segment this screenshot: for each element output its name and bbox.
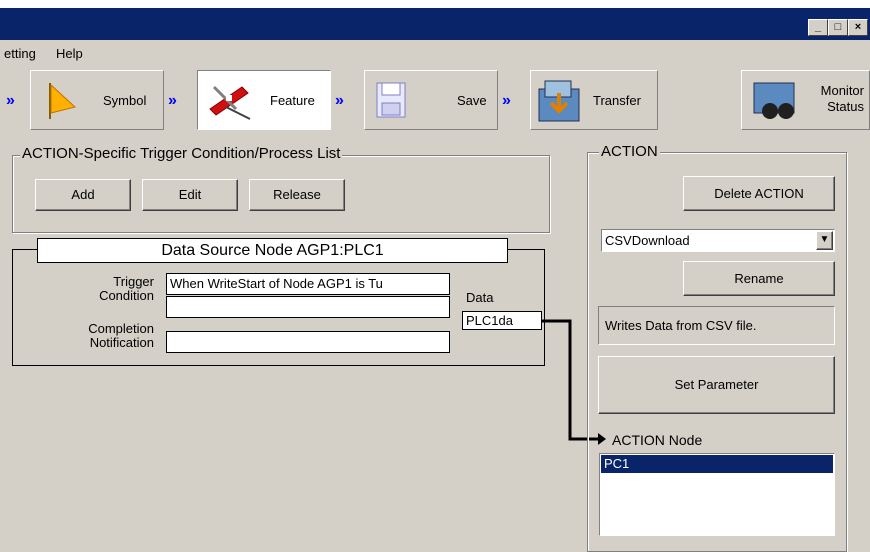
feature-button[interactable]: Feature bbox=[197, 70, 331, 130]
action-node-label: ACTION Node bbox=[612, 432, 703, 448]
data-label: Data bbox=[466, 290, 494, 305]
binoculars-icon bbox=[753, 82, 795, 119]
close-button[interactable]: × bbox=[848, 19, 868, 36]
trigger-label-line1: Trigger bbox=[113, 274, 154, 289]
action-select[interactable]: CSVDownload ▼ bbox=[601, 229, 835, 252]
list-item[interactable]: PC1 bbox=[601, 455, 833, 473]
edit-button[interactable]: Edit bbox=[142, 179, 238, 211]
chevron-down-icon[interactable]: ▼ bbox=[816, 231, 833, 250]
set-parameter-button[interactable]: Set Parameter bbox=[598, 356, 835, 414]
symbol-label: Symbol bbox=[103, 93, 147, 108]
add-button[interactable]: Add bbox=[35, 179, 131, 211]
symbol-button[interactable]: Symbol bbox=[30, 70, 164, 130]
save-label: Save bbox=[457, 93, 487, 108]
action-select-value: CSVDownload bbox=[605, 233, 690, 248]
window-caption-bar bbox=[0, 8, 870, 40]
delete-action-button[interactable]: Delete ACTION bbox=[683, 176, 835, 211]
completion-notification-field[interactable] bbox=[166, 331, 450, 353]
flag-icon bbox=[49, 83, 77, 119]
rename-button[interactable]: Rename bbox=[683, 261, 835, 296]
minimize-button[interactable]: _ bbox=[808, 19, 828, 36]
feature-label: Feature bbox=[270, 93, 315, 108]
flow-arrow-icon: » bbox=[502, 92, 511, 109]
data-field[interactable]: PLC1da bbox=[462, 311, 542, 330]
node-title: Data Source Node AGP1:PLC1 bbox=[37, 238, 508, 263]
disk-icon bbox=[376, 82, 406, 118]
menu-setting[interactable]: etting bbox=[4, 46, 36, 61]
action-group-title: ACTION bbox=[599, 143, 660, 160]
tools-icon bbox=[209, 85, 251, 120]
flow-arrow-icon: » bbox=[168, 92, 177, 109]
action-node-list[interactable]: PC1 bbox=[599, 453, 835, 536]
menu-help[interactable]: Help bbox=[56, 46, 83, 61]
flow-arrow-icon: » bbox=[6, 92, 15, 109]
completion-label-line1: Completion bbox=[88, 321, 154, 336]
trigger-condition-label: Trigger Condition bbox=[70, 275, 154, 303]
completion-notification-label: Completion Notification bbox=[60, 322, 154, 350]
flow-arrow-icon: » bbox=[335, 92, 344, 109]
monitor-status-button[interactable]: Monitor Status bbox=[741, 70, 870, 130]
trigger-group-title: ACTION-Specific Trigger Condition/Proces… bbox=[20, 145, 343, 162]
save-button[interactable]: Save bbox=[364, 70, 498, 130]
transfer-label: Transfer bbox=[593, 93, 641, 108]
title-strip bbox=[0, 0, 870, 8]
release-button[interactable]: Release bbox=[249, 179, 345, 211]
trigger-label-line2: Condition bbox=[99, 288, 154, 303]
maximize-button[interactable]: □ bbox=[828, 19, 848, 36]
trigger-condition-field[interactable]: When WriteStart of Node AGP1 is Tu bbox=[166, 273, 450, 295]
monitor-label-line1: Monitor bbox=[820, 83, 864, 98]
monitor-label-line2: Status bbox=[827, 99, 864, 114]
completion-label-line2: Notification bbox=[89, 335, 154, 350]
trigger-condition-field-2[interactable] bbox=[166, 296, 450, 318]
transfer-button[interactable]: Transfer bbox=[530, 70, 658, 130]
action-description: Writes Data from CSV file. bbox=[598, 306, 835, 345]
monitor-status-label: Monitor Status bbox=[812, 83, 864, 115]
transfer-icon bbox=[538, 80, 580, 122]
